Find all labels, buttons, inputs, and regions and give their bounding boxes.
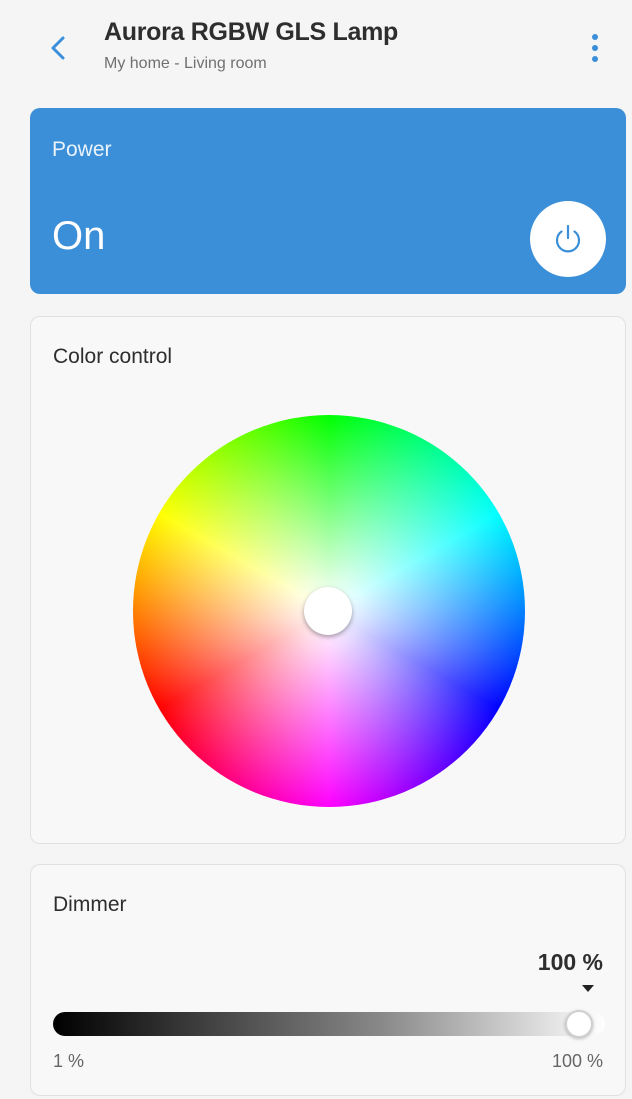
power-toggle-button[interactable] bbox=[530, 201, 606, 277]
color-picker-handle[interactable] bbox=[304, 587, 352, 635]
device-title: Aurora RGBW GLS Lamp bbox=[104, 18, 399, 46]
dimmer-value-pointer bbox=[582, 985, 594, 992]
power-label: Power bbox=[52, 138, 112, 161]
app-header: Aurora RGBW GLS Lamp My home - Living ro… bbox=[0, 0, 632, 92]
back-button[interactable] bbox=[38, 28, 78, 68]
color-control-heading: Color control bbox=[53, 345, 173, 368]
power-icon bbox=[555, 224, 581, 253]
dimmer-min-label: 1 % bbox=[53, 1051, 85, 1071]
dimmer-slider-track[interactable] bbox=[53, 1012, 605, 1036]
color-control-card: Color control bbox=[30, 316, 626, 844]
power-state: On bbox=[52, 214, 106, 258]
device-location: My home - Living room bbox=[104, 55, 267, 72]
chevron-left-icon bbox=[51, 36, 65, 60]
color-wheel[interactable] bbox=[133, 415, 525, 807]
dimmer-max-label: 100 % bbox=[551, 1051, 603, 1071]
device-control-screen: Aurora RGBW GLS Lamp My home - Living ro… bbox=[0, 0, 632, 1099]
more-options-button[interactable] bbox=[580, 28, 610, 68]
dimmer-value: 100 % bbox=[537, 949, 603, 975]
dimmer-heading: Dimmer bbox=[53, 893, 127, 916]
dimmer-slider-thumb[interactable] bbox=[565, 1010, 593, 1038]
dimmer-card: Dimmer 100 % 1 % 100 % bbox=[30, 864, 626, 1096]
more-vertical-icon bbox=[592, 34, 598, 40]
power-card: Power On bbox=[30, 108, 626, 294]
